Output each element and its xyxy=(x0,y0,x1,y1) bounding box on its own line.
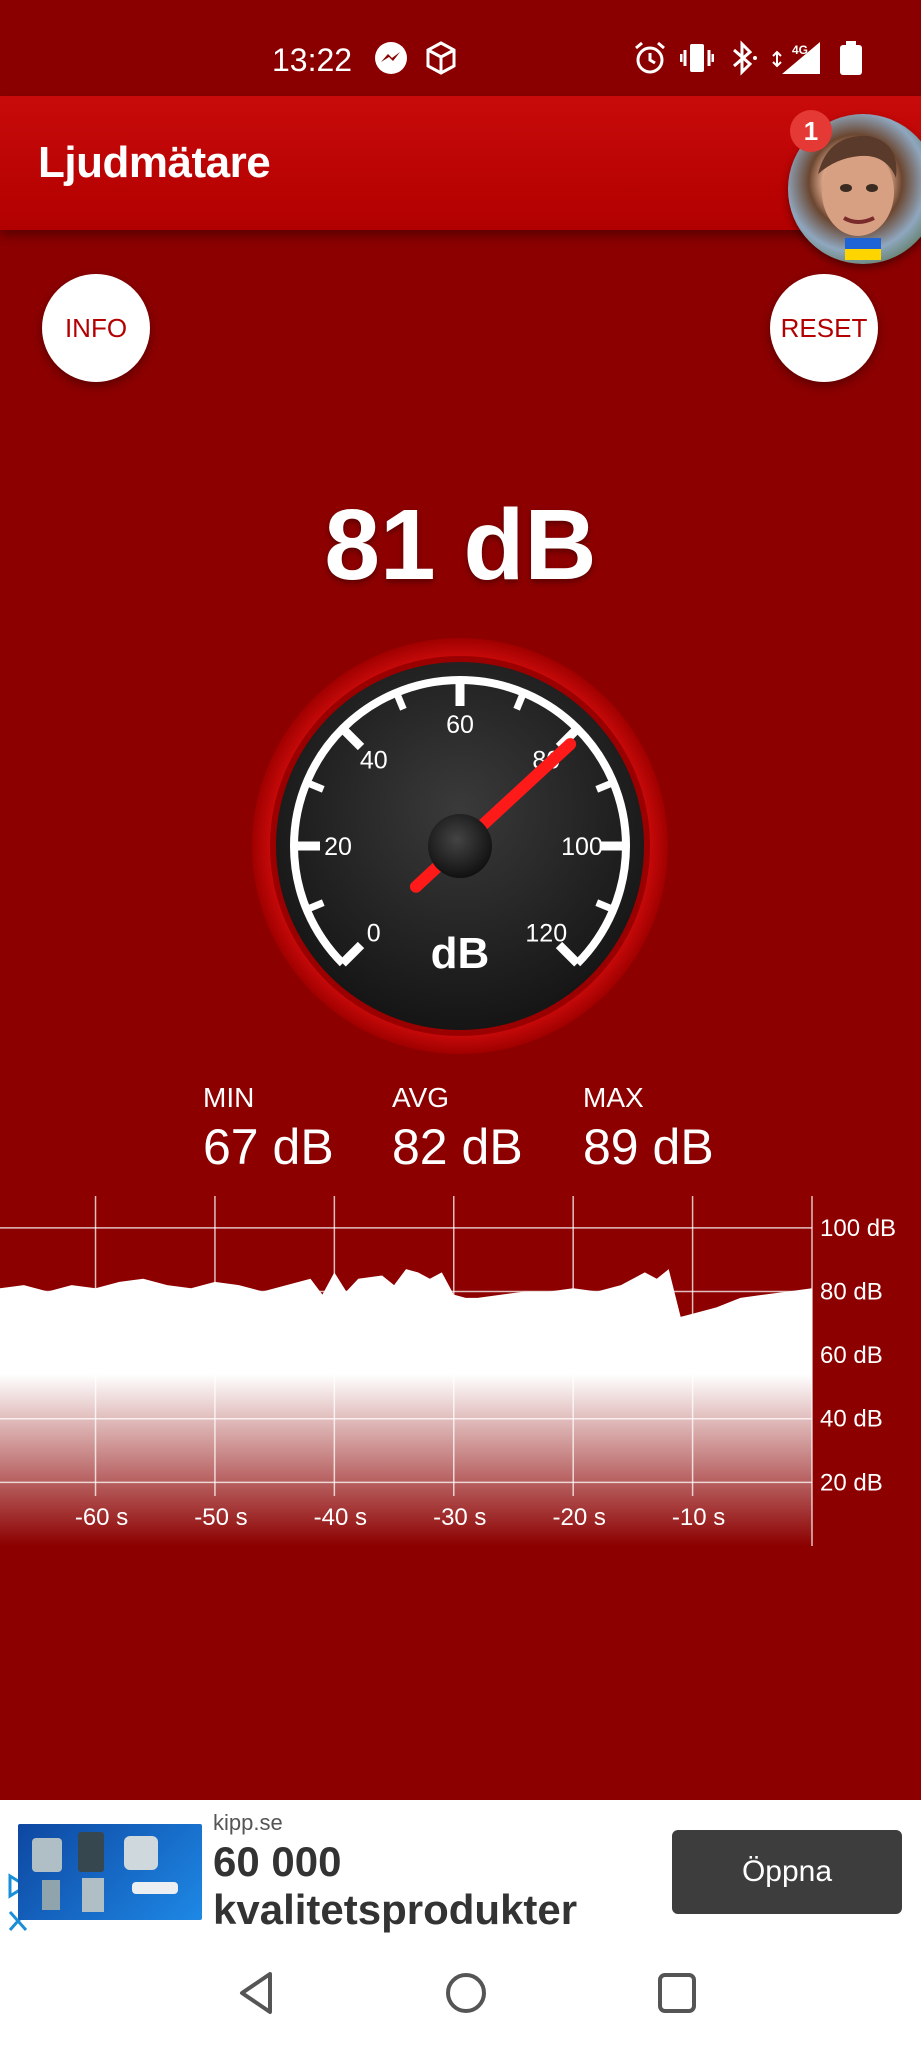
ad-headline[interactable]: 60 000 kvalitetsprodukter xyxy=(213,1838,577,1934)
x-tick-label: -50 s xyxy=(194,1504,247,1531)
gauge-tick-label-120: 120 xyxy=(525,919,567,947)
status-time: 13:22 xyxy=(272,42,353,78)
gauge-hub xyxy=(428,814,492,878)
y-tick-label: 60 dB xyxy=(820,1342,883,1369)
ad-headline-line-2: kvalitetsprodukter xyxy=(213,1886,578,1933)
x-tick-label: -30 s xyxy=(433,1504,486,1531)
recents-square-icon[interactable] xyxy=(655,1970,699,2016)
y-tick-label: 40 dB xyxy=(820,1406,883,1433)
ad-open-button[interactable]: Öppna xyxy=(672,1830,902,1914)
stat-max: MAX 89 dB xyxy=(583,1082,714,1176)
messenger-icon xyxy=(375,42,407,74)
gauge-tick-label-40: 40 xyxy=(360,747,388,775)
ad-domain: kipp.se xyxy=(213,1810,283,1835)
battery-icon xyxy=(840,41,862,75)
stat-min-value: 67 dB xyxy=(203,1119,334,1175)
vibrate-icon xyxy=(680,44,714,72)
app-title: Ljudmätare xyxy=(38,138,271,187)
status-bar: 13:22 4G xyxy=(0,0,921,96)
cube-icon xyxy=(426,41,456,75)
x-tick-label: -60 s xyxy=(75,1504,128,1531)
ad-product-illustration xyxy=(32,1832,178,1912)
info-button[interactable]: INFO xyxy=(42,274,150,382)
ad-product-image[interactable] xyxy=(18,1824,202,1920)
chart-y-tick-labels: 100 dB 80 dB 60 dB 40 dB 20 dB xyxy=(820,1215,896,1497)
home-circle-icon[interactable] xyxy=(443,1970,489,2016)
gauge-tick-label-60: 60 xyxy=(446,711,474,739)
x-tick-label: -10 s xyxy=(672,1504,725,1531)
level-history-chart: -60 s -50 s -40 s -30 s -20 s -10 s 100 … xyxy=(0,1196,896,1546)
y-tick-label: 80 dB xyxy=(820,1278,883,1305)
x-tick-label: -20 s xyxy=(552,1504,605,1531)
app-bar: Ljudmätare xyxy=(0,96,921,230)
ad-headline-line-1: 60 000 xyxy=(213,1838,342,1885)
gauge-unit-label: dB xyxy=(431,929,490,978)
gauge-tick-label-100: 100 xyxy=(561,833,603,861)
y-tick-label: 100 dB xyxy=(820,1215,896,1242)
stat-min: MIN 67 dB xyxy=(203,1082,334,1176)
bluetooth-icon xyxy=(733,40,757,76)
stat-avg: AVG 82 dB xyxy=(392,1082,523,1176)
network-type-label: 4G xyxy=(792,43,808,57)
notification-badge: 1 xyxy=(790,110,832,152)
alarm-icon xyxy=(635,41,665,74)
stat-avg-value: 82 dB xyxy=(392,1119,523,1175)
current-level-reading: 81 dB xyxy=(324,489,597,601)
stat-min-label: MIN xyxy=(203,1082,255,1113)
signal-icon: 4G xyxy=(772,42,820,74)
stat-max-label: MAX xyxy=(583,1082,644,1113)
gauge-tick-label-0: 0 xyxy=(367,919,381,947)
y-tick-label: 20 dB xyxy=(820,1469,883,1496)
ad-banner[interactable]: kipp.se 60 000 kvalitetsprodukter Öppna xyxy=(0,1800,921,1940)
system-nav-bar xyxy=(0,1940,921,2048)
gauge-tick-label-20: 20 xyxy=(324,833,352,861)
db-gauge: 0 20 40 60 80 100 120 dB xyxy=(252,638,668,1054)
reset-button[interactable]: RESET xyxy=(770,274,878,382)
back-triangle-icon[interactable] xyxy=(236,1970,276,2016)
ukraine-flag-icon xyxy=(845,238,881,260)
stat-max-value: 89 dB xyxy=(583,1119,714,1175)
stat-avg-label: AVG xyxy=(392,1082,450,1113)
x-tick-label: -40 s xyxy=(314,1504,367,1531)
